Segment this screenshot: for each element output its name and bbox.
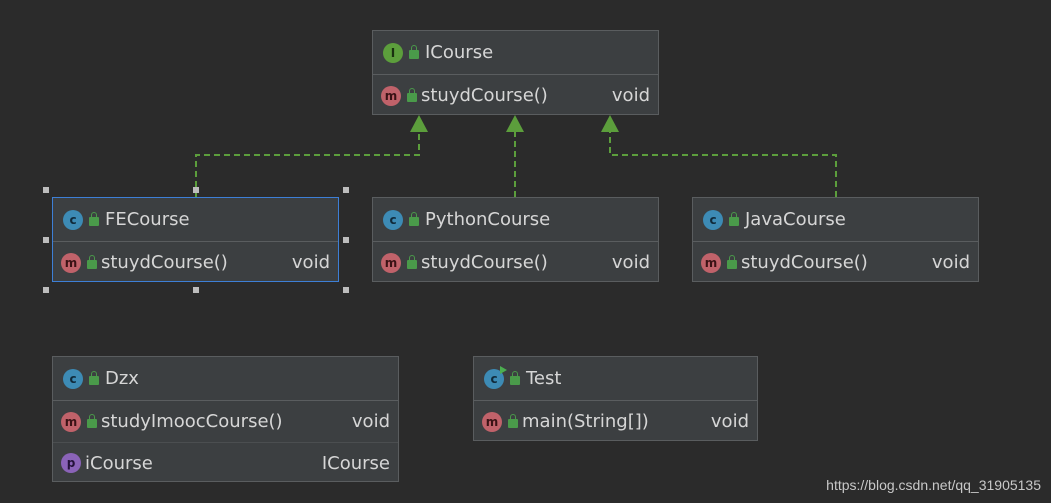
public-lock-icon	[89, 212, 99, 226]
public-lock-icon	[727, 255, 737, 269]
node-title: FECourse	[105, 209, 190, 230]
public-lock-icon	[87, 414, 97, 428]
arrowhead-fecourse	[410, 115, 428, 132]
resize-handle-s[interactable]	[193, 287, 199, 293]
method-icon: m	[61, 252, 81, 273]
node-title: PythonCourse	[425, 209, 551, 230]
resize-handle-w[interactable]	[43, 237, 49, 243]
method-icon: m	[482, 411, 502, 432]
class-test[interactable]: c Test m main(String[]) void	[473, 356, 758, 441]
node-title: Dzx	[105, 368, 139, 389]
method-icon: m	[381, 252, 401, 273]
resize-handle-ne[interactable]	[343, 187, 349, 193]
method-row[interactable]: m stuydCourse() void	[373, 75, 658, 116]
public-lock-icon	[409, 212, 419, 226]
resize-handle-n[interactable]	[193, 187, 199, 193]
class-dzx[interactable]: c Dzx m studyImoocCourse() void p iCours…	[52, 356, 399, 482]
method-icon: m	[61, 411, 81, 432]
public-lock-icon	[508, 414, 518, 428]
node-header: c Dzx	[53, 357, 398, 401]
run-marker-icon	[500, 365, 507, 374]
property-icon: p	[61, 453, 81, 473]
return-type: void	[710, 411, 749, 432]
method-name: stuydCourse()	[101, 252, 228, 273]
resize-handle-se[interactable]	[343, 287, 349, 293]
resize-handle-e[interactable]	[343, 237, 349, 243]
interface-icourse[interactable]: I ICourse m stuydCourse() void	[372, 30, 659, 115]
node-header: c FECourse	[53, 198, 338, 242]
node-header: c PythonCourse	[373, 198, 658, 242]
resize-handle-sw[interactable]	[43, 287, 49, 293]
runnable-class-icon: c	[484, 365, 507, 389]
method-row[interactable]: m stuydCourse() void	[53, 242, 338, 283]
method-row[interactable]: m main(String[]) void	[474, 401, 757, 442]
method-name: stuydCourse()	[421, 85, 548, 106]
method-row[interactable]: m stuydCourse() void	[373, 242, 658, 283]
return-type: void	[931, 252, 970, 273]
public-lock-icon	[729, 212, 739, 226]
edge-fecourse-icourse[interactable]	[195, 131, 420, 197]
node-title: ICourse	[425, 42, 494, 63]
watermark-text: https://blog.csdn.net/qq_31905135	[826, 477, 1041, 493]
node-header: I ICourse	[373, 31, 658, 75]
class-icon: c	[63, 368, 83, 389]
method-name: stuydCourse()	[741, 252, 868, 273]
node-header: c Test	[474, 357, 757, 401]
node-header: c JavaCourse	[693, 198, 978, 242]
field-name: iCourse	[85, 452, 153, 474]
return-type: void	[611, 252, 650, 273]
public-lock-icon	[407, 88, 417, 102]
edge-javacourse-icourse[interactable]	[609, 131, 837, 197]
arrowhead-pythoncourse	[506, 115, 524, 132]
interface-icon: I	[383, 42, 403, 63]
node-title: JavaCourse	[745, 209, 846, 230]
public-lock-icon	[510, 371, 520, 385]
field-row[interactable]: p iCourse ICourse	[53, 442, 398, 483]
public-lock-icon	[407, 255, 417, 269]
method-name: main(String[])	[522, 411, 649, 432]
return-type: void	[291, 252, 330, 273]
method-row[interactable]: m studyImoocCourse() void	[53, 401, 398, 442]
class-pythoncourse[interactable]: c PythonCourse m stuydCourse() void	[372, 197, 659, 282]
return-type: void	[611, 85, 650, 106]
class-icon: c	[63, 209, 83, 230]
class-icon: c	[383, 209, 403, 230]
class-javacourse[interactable]: c JavaCourse m stuydCourse() void	[692, 197, 979, 282]
field-type: ICourse	[321, 452, 390, 474]
arrowhead-javacourse	[601, 115, 619, 132]
method-name: studyImoocCourse()	[101, 411, 283, 432]
method-icon: m	[701, 252, 721, 273]
resize-handle-nw[interactable]	[43, 187, 49, 193]
node-title: Test	[526, 368, 562, 389]
method-name: stuydCourse()	[421, 252, 548, 273]
class-icon: c	[703, 209, 723, 230]
public-lock-icon	[409, 45, 419, 59]
uml-diagram-canvas[interactable]: I ICourse m stuydCourse() void c FECours…	[0, 0, 1051, 503]
method-icon: m	[381, 85, 401, 106]
return-type: void	[351, 411, 390, 432]
public-lock-icon	[89, 371, 99, 385]
class-fecourse[interactable]: c FECourse m stuydCourse() void	[52, 197, 339, 282]
method-row[interactable]: m stuydCourse() void	[693, 242, 978, 283]
public-lock-icon	[87, 255, 97, 269]
